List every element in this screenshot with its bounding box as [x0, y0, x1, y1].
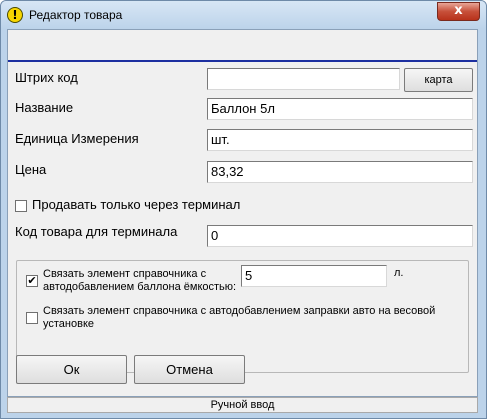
price-label: Цена: [15, 162, 47, 177]
link-cylinder-label-line1: Связать элемент справочника с: [43, 268, 207, 280]
cancel-button[interactable]: Отмена: [134, 355, 245, 384]
name-label: Название: [15, 100, 74, 115]
dialog-client-area: Штрих код карта Название Баллон 5л Едини…: [7, 29, 478, 397]
window-title: Редактор товара: [29, 8, 123, 22]
price-input[interactable]: 83,32: [207, 161, 473, 183]
link-refuel-label-line2: установке: [43, 318, 94, 330]
terminal-only-checkbox[interactable]: [15, 200, 27, 212]
unit-input[interactable]: шт.: [207, 129, 473, 151]
warning-icon: !: [7, 7, 23, 23]
capacity-unit-label: л.: [394, 267, 404, 279]
header-divider: [8, 60, 477, 62]
link-cylinder-label-line2: автодобавлением баллона ёмкостью:: [43, 281, 237, 293]
close-button[interactable]: x: [437, 2, 480, 21]
card-button[interactable]: карта: [404, 68, 473, 92]
barcode-input[interactable]: [207, 68, 400, 90]
title-bar[interactable]: ! Редактор товара x: [1, 1, 486, 29]
cylinder-capacity-input[interactable]: 5: [241, 265, 387, 287]
unit-label: Единица Измерения: [15, 131, 139, 146]
toolstrip: [8, 30, 477, 60]
terminal-only-label: Продавать только через терминал: [32, 197, 241, 212]
barcode-label: Штрих код: [15, 70, 78, 85]
link-refuel-label-line1: Связать элемент справочника с автодобавл…: [43, 305, 436, 317]
terminal-code-input[interactable]: 0: [207, 225, 473, 247]
status-bar: Ручной ввод: [7, 397, 478, 413]
terminal-code-label: Код товара для терминала: [15, 224, 178, 239]
link-cylinder-checkbox[interactable]: ✔: [26, 275, 38, 287]
link-refuel-checkbox[interactable]: [26, 312, 38, 324]
ok-button[interactable]: Ок: [16, 355, 127, 384]
name-input[interactable]: Баллон 5л: [207, 98, 473, 120]
